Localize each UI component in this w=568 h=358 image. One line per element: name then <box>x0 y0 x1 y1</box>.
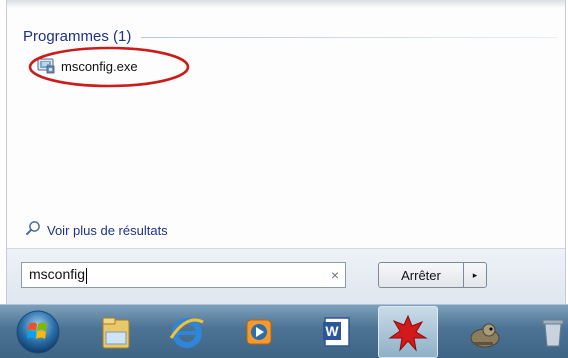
search-input-text: msconfig <box>22 266 325 284</box>
start-orb-icon[interactable] <box>8 306 68 358</box>
clear-search-icon[interactable]: × <box>325 267 345 283</box>
taskbar-top-border <box>0 304 568 305</box>
shutdown-options-arrow-button[interactable]: ▸ <box>463 262 487 288</box>
search-icon <box>25 220 41 241</box>
see-more-results-link[interactable]: Voir plus de résultats <box>25 220 168 240</box>
file-explorer-icon[interactable] <box>88 306 142 358</box>
result-label: msconfig.exe <box>61 58 138 74</box>
msconfig-app-icon <box>37 58 55 74</box>
search-bar-row: msconfig × Arrêter ▸ <box>7 248 565 305</box>
start-menu-search-panel: Programmes (1) msconfig.exe Voir plus de… <box>6 0 566 305</box>
result-item-msconfig[interactable]: msconfig.exe <box>37 55 138 77</box>
stop-button[interactable]: Arrêter <box>378 262 464 288</box>
recycle-icon[interactable] <box>526 306 568 358</box>
group-divider <box>141 36 557 38</box>
taskbar: W <box>0 304 568 358</box>
search-value: msconfig <box>29 266 86 283</box>
red-splat-app-icon[interactable] <box>378 306 438 358</box>
media-player-icon[interactable] <box>232 306 286 358</box>
svg-text:W: W <box>325 323 339 339</box>
word-icon[interactable]: W <box>310 306 364 358</box>
text-caret <box>86 267 88 284</box>
see-more-label: Voir plus de résultats <box>47 222 168 238</box>
gimp-icon[interactable] <box>458 306 512 358</box>
programs-group-header: Programmes (1) <box>23 26 557 46</box>
search-results-area: Programmes (1) msconfig.exe Voir plus de… <box>7 0 565 240</box>
programs-group-title: Programmes (1) <box>23 27 132 45</box>
search-input[interactable]: msconfig × <box>21 262 346 288</box>
internet-explorer-icon[interactable] <box>160 306 214 358</box>
